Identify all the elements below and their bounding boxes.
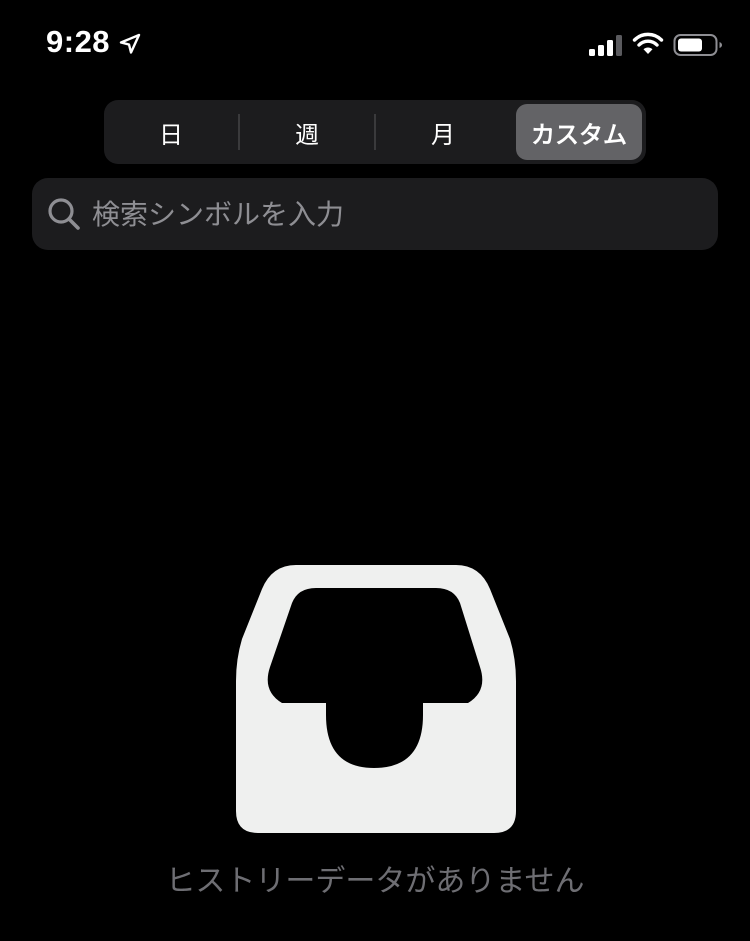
search-bar[interactable] <box>32 178 718 250</box>
segment-week[interactable]: 週 <box>244 104 370 160</box>
segment-divider <box>374 114 376 150</box>
segment-month[interactable]: 月 <box>380 104 506 160</box>
battery-icon <box>673 34 722 56</box>
cellular-signal-icon <box>589 35 622 56</box>
segment-divider <box>238 114 240 150</box>
search-icon <box>48 198 80 230</box>
search-input[interactable] <box>92 178 702 250</box>
status-time: 9:28 <box>46 24 111 59</box>
empty-state-message: ヒストリーデータがありません <box>165 864 585 899</box>
wifi-icon <box>632 32 664 54</box>
tray-icon <box>236 565 516 833</box>
status-bar: 9:28 <box>0 0 750 90</box>
location-arrow-icon <box>119 33 141 54</box>
segment-day[interactable]: 日 <box>108 104 234 160</box>
period-segmented-control: 日 週 月 カスタム <box>104 100 646 164</box>
segment-custom[interactable]: カスタム <box>516 104 642 160</box>
